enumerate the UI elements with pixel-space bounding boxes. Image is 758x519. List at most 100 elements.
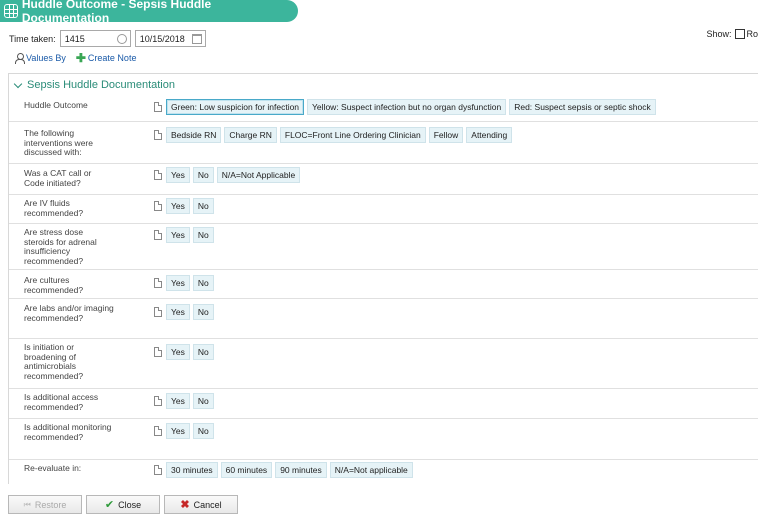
option-buttons: Yes No: [166, 198, 217, 214]
time-value: 1415: [64, 33, 85, 44]
comment-icon[interactable]: [154, 307, 162, 317]
date-value: 10/15/2018: [139, 33, 185, 44]
question-row: The following interventions were discuss…: [9, 122, 758, 164]
option-buttons: Yes No: [166, 393, 217, 409]
restore-icon: ⏮: [23, 499, 31, 509]
close-icon: ✖: [180, 498, 190, 511]
show-filter: Show: Ro: [706, 29, 758, 39]
window-title: Huddle Outcome - Sepsis Huddle Documenta…: [21, 0, 212, 25]
option-buttons: Yes No: [166, 275, 217, 291]
comment-icon[interactable]: [154, 102, 162, 112]
option-buttons: Yes No: [166, 344, 217, 360]
option-buttons: Yes No: [166, 304, 217, 320]
option-button[interactable]: Yes: [166, 227, 190, 243]
question-row: Huddle Outcome Green: Low suspicion for i…: [9, 97, 758, 122]
cancel-label: Cancel: [193, 499, 222, 510]
option-button[interactable]: No: [192, 275, 214, 291]
option-button[interactable]: No: [192, 167, 214, 183]
values-by-label: Values By: [26, 53, 66, 63]
option-button[interactable]: Red: Suspect sepsis or septic shock: [509, 99, 656, 115]
show-label: Show:: [706, 29, 732, 39]
option-button[interactable]: Yellow: Suspect infection but no organ d…: [307, 99, 507, 115]
option-button[interactable]: No: [192, 393, 214, 409]
option-button[interactable]: N/A=Not applicable: [329, 462, 413, 478]
checkmark-icon: ✔: [104, 498, 115, 511]
option-button[interactable]: Yes: [166, 344, 190, 360]
option-button[interactable]: Yes: [166, 198, 190, 214]
question-label: Huddle Outcome: [24, 100, 88, 110]
question-label: Was a CAT call or Code initiated?: [24, 168, 92, 188]
clock-icon[interactable]: [116, 34, 127, 44]
question-label: Is additional access recommended?: [24, 392, 99, 412]
question-row: Are stress dose steroids for adrenal ins…: [9, 224, 758, 270]
question-row: Are labs and/or imaging recommended? Yes N…: [9, 299, 758, 339]
comment-icon[interactable]: [154, 426, 162, 436]
close-button[interactable]: ✔ Close: [86, 495, 160, 514]
comment-icon[interactable]: [154, 347, 162, 357]
create-note-link[interactable]: ✚ Create Note: [75, 51, 137, 65]
option-button[interactable]: No: [192, 198, 214, 214]
option-button[interactable]: Green: Low suspicion for infection: [166, 99, 305, 115]
question-row: Are IV fluids recommended? Yes No: [9, 195, 758, 224]
option-button[interactable]: Yes: [166, 423, 190, 439]
create-note-label: Create Note: [87, 53, 137, 63]
comment-icon[interactable]: [154, 201, 162, 211]
time-taken-row: Time taken: 1415 10/15/2018: [9, 30, 206, 47]
question-label: The following interventions were discuss…: [24, 128, 93, 157]
question-label: Re-evaluate in:: [24, 463, 82, 473]
question-label: Are IV fluids recommended?: [24, 198, 84, 218]
option-button[interactable]: 30 minutes: [166, 462, 218, 478]
comment-icon[interactable]: [154, 465, 162, 475]
window-title-bar: Huddle Outcome - Sepsis Huddle Documenta…: [0, 0, 298, 25]
question-row: Is additional access recommended? Yes No: [9, 389, 758, 419]
question-row: Was a CAT call or Code initiated? Yes No N/…: [9, 164, 758, 195]
option-buttons: Bedside RN Charge RN FLOC=Front Line Order…: [166, 127, 515, 143]
comment-icon[interactable]: [154, 278, 162, 288]
option-button[interactable]: 60 minutes: [220, 462, 273, 478]
chevron-down-icon: [13, 79, 23, 88]
values-by-link[interactable]: Values By: [15, 53, 66, 64]
calendar-icon[interactable]: [191, 34, 202, 44]
question-row: Is initiation or broadening of antimicro…: [9, 339, 758, 389]
option-button[interactable]: FLOC=Front Line Ordering Clinician: [279, 127, 426, 143]
option-button[interactable]: No: [192, 344, 214, 360]
close-label: Close: [118, 499, 142, 510]
cancel-button[interactable]: ✖ Cancel: [164, 495, 238, 514]
plus-icon: ✚: [75, 51, 86, 65]
option-button[interactable]: Yes: [166, 167, 190, 183]
option-button[interactable]: Attending: [466, 127, 513, 143]
option-button[interactable]: Charge RN: [224, 127, 277, 143]
time-taken-label: Time taken:: [9, 33, 56, 44]
option-button[interactable]: Bedside RN: [166, 127, 222, 143]
restore-button[interactable]: ⏮ Restore: [8, 495, 82, 514]
option-button[interactable]: Yes: [166, 393, 190, 409]
question-row: Is additional monitoring recommended? Yes…: [9, 419, 758, 460]
sepsis-section: Sepsis Huddle Documentation Huddle Outco…: [8, 73, 758, 484]
option-button[interactable]: No: [192, 227, 214, 243]
section-header[interactable]: Sepsis Huddle Documentation: [9, 74, 758, 96]
option-button[interactable]: Yes: [166, 304, 190, 320]
comment-icon[interactable]: [154, 396, 162, 406]
question-label: Are cultures recommended?: [24, 275, 84, 295]
question-row: Re-evaluate in: 30 minutes 60 minutes 90 mi…: [9, 460, 758, 485]
comment-icon[interactable]: [154, 170, 162, 180]
option-button[interactable]: Yes: [166, 275, 190, 291]
question-label: Are labs and/or imaging recommended?: [24, 303, 114, 323]
date-input[interactable]: 10/15/2018: [134, 30, 206, 47]
comment-icon[interactable]: [154, 230, 162, 240]
option-button[interactable]: Fellow: [428, 127, 464, 143]
question-row: Are cultures recommended? Yes No: [9, 270, 758, 299]
comment-icon[interactable]: [154, 130, 162, 140]
action-links: Values By ✚ Create Note: [15, 51, 146, 65]
time-input[interactable]: 1415: [59, 30, 131, 47]
option-button[interactable]: N/A=Not Applicable: [216, 167, 301, 183]
option-buttons: Yes No N/A=Not Applicable: [166, 167, 303, 183]
option-buttons: Yes No: [166, 227, 217, 243]
option-button[interactable]: No: [192, 423, 214, 439]
option-button[interactable]: No: [192, 304, 214, 320]
option-button[interactable]: 90 minutes: [275, 462, 327, 478]
show-option-label: Ro: [746, 29, 758, 39]
option-buttons: 30 minutes 60 minutes 90 minutes N/A=Not ap…: [166, 462, 416, 478]
footer-buttons: ⏮ Restore ✔ Close ✖ Cancel: [8, 495, 242, 514]
show-checkbox[interactable]: [735, 29, 746, 39]
